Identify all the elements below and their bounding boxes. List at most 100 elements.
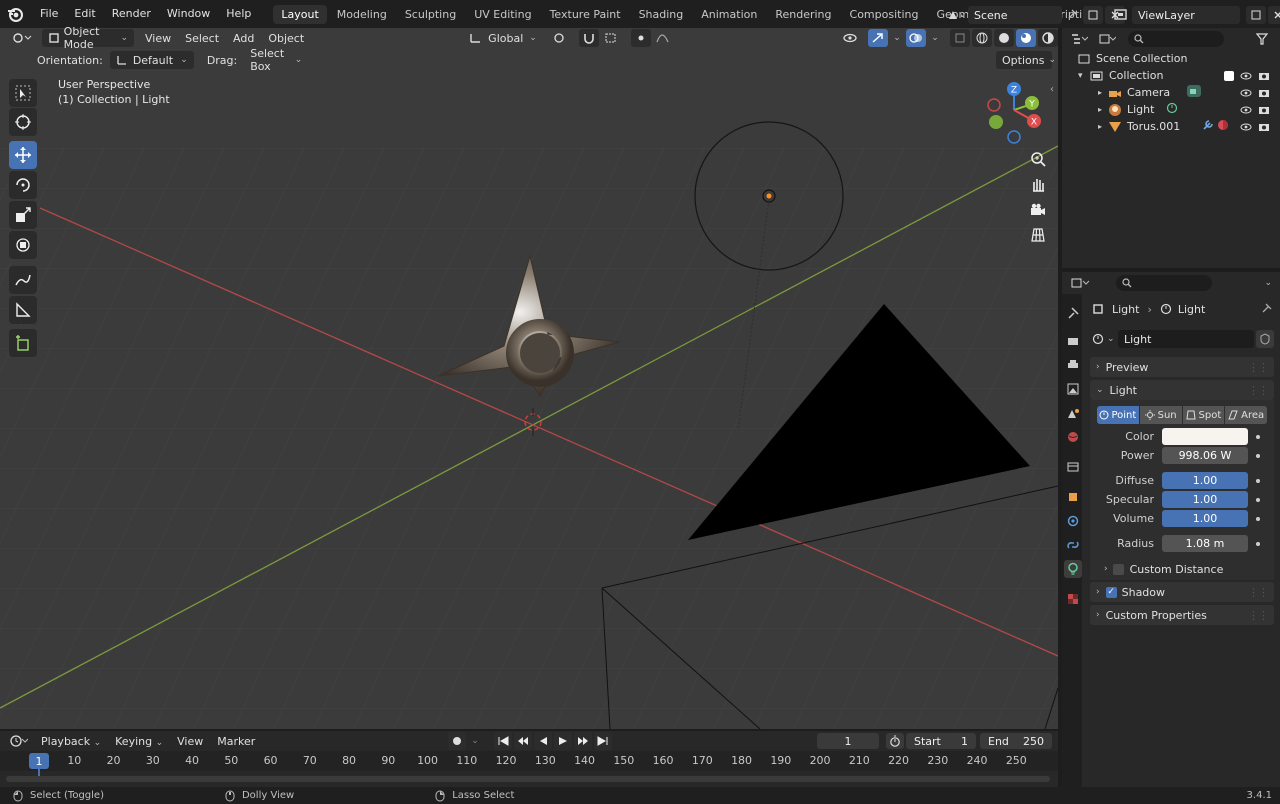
shadow-checkbox[interactable]: ✓	[1105, 586, 1117, 598]
toggle-perspective-button[interactable]	[1026, 223, 1050, 247]
datablock-browse-button[interactable]: ⌄	[1092, 330, 1118, 348]
properties-editor-type-button[interactable]	[1066, 274, 1094, 292]
rotate-tool[interactable]	[9, 171, 37, 199]
menu-edit[interactable]: Edit	[66, 0, 103, 28]
drag-dropdown[interactable]: Select Box ⌄	[244, 47, 308, 73]
mode-dropdown[interactable]: Object Mode ⌄	[42, 25, 134, 51]
shading-solid[interactable]	[994, 29, 1014, 47]
shading-rendered[interactable]	[1038, 29, 1058, 47]
menu-file[interactable]: File	[32, 0, 66, 28]
move-tool[interactable]	[9, 141, 37, 169]
keyframe-dot-icon[interactable]	[1256, 498, 1260, 502]
gizmo-toggle[interactable]	[868, 29, 888, 47]
expand-chevron-icon[interactable]: ▸	[1098, 88, 1108, 97]
tab-constraints[interactable]	[1064, 536, 1082, 554]
outliner-row-camera[interactable]: ▸ Camera	[1062, 84, 1280, 101]
display-mode-dropdown[interactable]	[1094, 30, 1120, 48]
new-view-layer-button[interactable]	[1246, 6, 1266, 24]
annotate-tool[interactable]	[9, 266, 37, 294]
camera-view-button[interactable]	[1026, 198, 1050, 222]
filter-dropdown[interactable]	[1252, 30, 1276, 48]
record-button[interactable]	[448, 732, 466, 750]
outliner-search-input[interactable]	[1128, 31, 1224, 47]
tab-rendering[interactable]: Rendering	[767, 5, 839, 24]
light-type-point[interactable]: Point	[1097, 406, 1139, 424]
scene-icon[interactable]	[946, 7, 968, 23]
outliner-row-scene-collection[interactable]: Scene Collection	[1062, 50, 1280, 67]
current-frame-field[interactable]: 1	[817, 733, 879, 749]
transform-orientation-dropdown[interactable]: Global ⌄	[463, 29, 543, 47]
datablock-name-field[interactable]: Light	[1118, 330, 1254, 348]
subpanel-custom-distance[interactable]: › Custom Distance	[1104, 561, 1272, 577]
timeline-editor-type-button[interactable]	[6, 732, 32, 750]
menu-object[interactable]: Object	[261, 32, 311, 45]
drag-handle-icon[interactable]: ⋮⋮	[1248, 609, 1269, 622]
tab-render[interactable]	[1064, 332, 1082, 350]
menu-render[interactable]: Render	[104, 0, 159, 28]
keyframe-dot-icon[interactable]	[1256, 517, 1260, 521]
tab-physics[interactable]	[1064, 512, 1082, 530]
outliner-row-collection[interactable]: ▾ Collection	[1062, 67, 1280, 84]
add-cube-tool[interactable]	[9, 329, 37, 357]
start-frame-field[interactable]: Start 1	[906, 733, 976, 749]
eye-icon[interactable]	[1240, 122, 1252, 132]
keyframe-dot-icon[interactable]	[1256, 479, 1260, 483]
drag-handle-icon[interactable]: ⋮⋮	[1248, 384, 1269, 397]
pan-button[interactable]	[1026, 172, 1050, 196]
overlays-dropdown[interactable]: ⌄	[928, 29, 942, 47]
keyframe-dot-icon[interactable]	[1256, 435, 1260, 439]
visibility-dropdown[interactable]	[840, 29, 860, 47]
keyframe-dot-icon[interactable]	[1256, 542, 1260, 546]
new-scene-button[interactable]	[1083, 6, 1103, 24]
panel-shadow[interactable]: › ✓ Shadow ⋮⋮	[1090, 582, 1274, 602]
tab-view-layer[interactable]	[1064, 380, 1082, 398]
jump-keyframe-back-button[interactable]	[514, 732, 532, 750]
zoom-button[interactable]	[1026, 147, 1050, 171]
power-field[interactable]: 998.06 W	[1162, 447, 1248, 464]
menu-keying[interactable]: Keying ⌄	[108, 735, 170, 748]
tab-uv-editing[interactable]: UV Editing	[466, 5, 539, 24]
tab-world[interactable]	[1064, 428, 1082, 446]
jump-start-button[interactable]	[494, 732, 512, 750]
orientation-dropdown[interactable]: Default ⌄	[109, 51, 194, 69]
tab-texture-paint[interactable]: Texture Paint	[542, 5, 629, 24]
light-type-sun[interactable]: Sun	[1139, 406, 1182, 424]
play-button[interactable]	[554, 732, 572, 750]
menu-timeline-view[interactable]: View	[170, 735, 210, 748]
keyframe-dot-icon[interactable]	[1256, 454, 1260, 458]
menu-help[interactable]: Help	[218, 0, 259, 28]
specular-slider[interactable]: 1.00	[1162, 491, 1248, 508]
proportional-edit-toggle[interactable]	[630, 29, 651, 47]
panel-custom-properties[interactable]: › Custom Properties ⋮⋮	[1090, 605, 1274, 625]
navigation-gizmo[interactable]: Z Y X	[982, 80, 1048, 144]
tab-output[interactable]	[1064, 356, 1082, 374]
select-box-tool[interactable]	[9, 79, 37, 107]
tab-scene[interactable]	[1064, 404, 1082, 422]
view-layer-icon[interactable]	[1112, 7, 1132, 23]
eye-icon[interactable]	[1240, 88, 1252, 98]
menu-select[interactable]: Select	[178, 32, 226, 45]
color-swatch[interactable]	[1162, 428, 1248, 445]
delete-view-layer-button[interactable]	[1268, 6, 1280, 24]
render-camera-icon[interactable]	[1258, 88, 1270, 98]
drag-handle-icon[interactable]: ⋮⋮	[1248, 361, 1269, 374]
play-reverse-button[interactable]	[534, 732, 552, 750]
auto-key-dropdown[interactable]: ⌄	[468, 732, 482, 750]
transform-tool[interactable]	[9, 231, 37, 259]
menu-marker[interactable]: Marker	[210, 735, 262, 748]
menu-view[interactable]: View	[138, 32, 178, 45]
cursor-tool[interactable]	[9, 108, 37, 136]
gizmo-dropdown[interactable]: ⌄	[890, 29, 904, 47]
blender-logo-icon[interactable]	[6, 5, 24, 23]
editor-type-button[interactable]	[8, 29, 36, 47]
custom-distance-checkbox[interactable]	[1112, 563, 1124, 575]
exclude-checkbox[interactable]	[1224, 70, 1234, 81]
outliner-editor-type-button[interactable]	[1066, 30, 1092, 48]
sidebar-toggle-chevron-icon[interactable]: ‹	[1050, 84, 1054, 95]
scene-name-field[interactable]: Scene	[968, 6, 1062, 24]
chevron-down-icon[interactable]: ⌄	[1264, 278, 1272, 288]
tab-texture[interactable]	[1064, 590, 1082, 608]
expand-chevron-icon[interactable]: ▾	[1078, 71, 1090, 81]
volume-slider[interactable]: 1.00	[1162, 510, 1248, 527]
menu-window[interactable]: Window	[159, 0, 218, 28]
